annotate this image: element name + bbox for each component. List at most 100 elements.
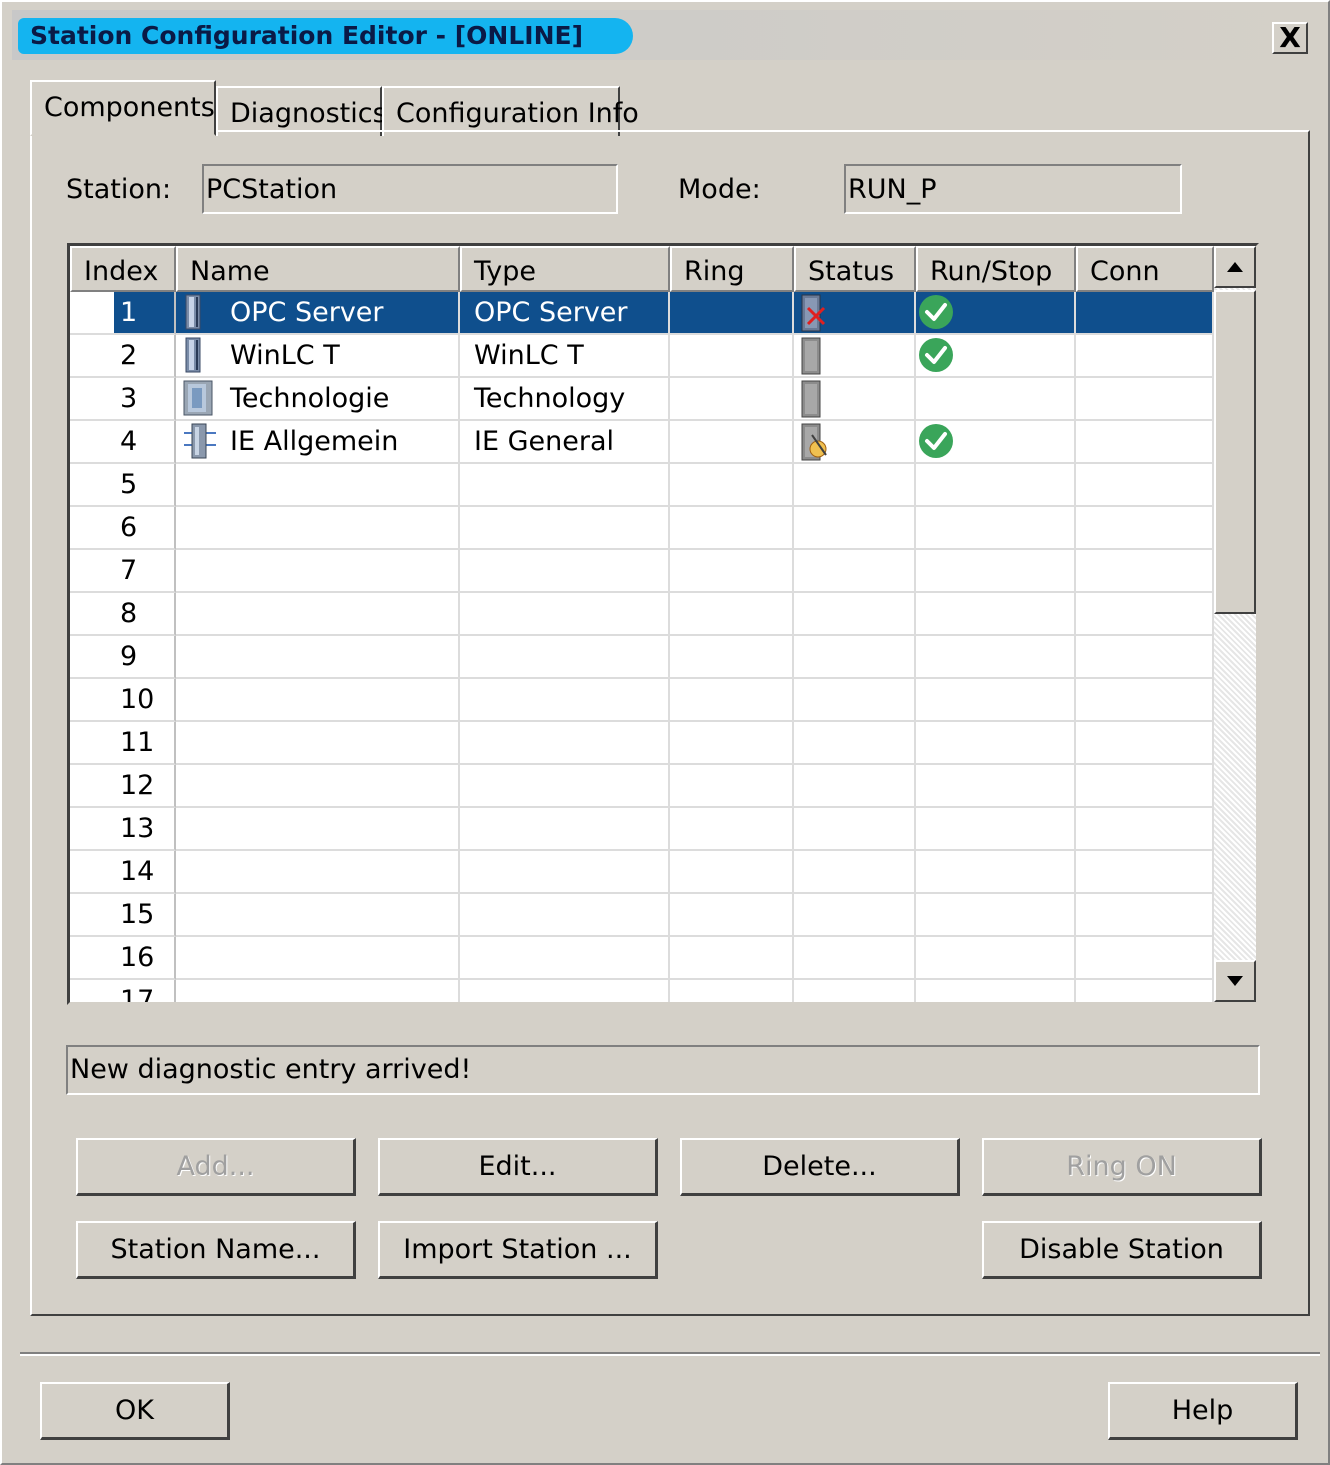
- table-row[interactable]: 6: [70, 507, 1214, 550]
- column-header-conn[interactable]: Conn: [1076, 246, 1214, 292]
- diagnostic-message: New diagnostic entry arrived!: [66, 1045, 1260, 1095]
- column-header-run-stop[interactable]: Run/Stop: [916, 246, 1076, 292]
- status-cell: [794, 980, 916, 1002]
- vertical-scrollbar[interactable]: [1214, 246, 1256, 1002]
- station-configuration-editor-window: Station Configuration Editor - [ONLINE] …: [0, 0, 1330, 1465]
- type-cell: WinLC T: [460, 335, 670, 378]
- type-cell: [460, 507, 670, 550]
- add-button[interactable]: Add...: [76, 1138, 356, 1196]
- column-header-status[interactable]: Status: [794, 246, 916, 292]
- close-button[interactable]: X: [1272, 22, 1308, 54]
- name-cell: [176, 464, 460, 507]
- type-cell: IE General: [460, 421, 670, 464]
- column-header-type[interactable]: Type: [460, 246, 670, 292]
- conn-cell: [1076, 507, 1214, 550]
- disable-station-button[interactable]: Disable Station: [982, 1221, 1262, 1279]
- run-stop-cell: [916, 378, 1076, 421]
- conn-cell: [1076, 421, 1214, 464]
- table-row[interactable]: 12: [70, 765, 1214, 808]
- type-cell-text: OPC Server: [474, 297, 628, 328]
- table-row[interactable]: 1 OPC Server OPC Server: [70, 292, 1214, 335]
- run-stop-cell: [916, 636, 1076, 679]
- ring-cell: [670, 378, 794, 421]
- column-header-ring[interactable]: Ring: [670, 246, 794, 292]
- index-cell-text: 11: [120, 727, 155, 758]
- name-cell-text: WinLC T: [230, 340, 340, 371]
- index-cell: 7: [70, 550, 176, 593]
- name-cell: OPC Server: [176, 292, 460, 335]
- table-row[interactable]: 10: [70, 679, 1214, 722]
- run-stop-cell: [916, 292, 1076, 335]
- type-cell: Technology: [460, 378, 670, 421]
- mode-label: Mode:: [678, 174, 761, 205]
- name-cell: Technologie: [176, 378, 460, 421]
- index-cell-text: 14: [120, 856, 155, 887]
- scroll-up-button[interactable]: [1214, 246, 1256, 288]
- status-cell: [794, 937, 916, 980]
- type-cell: [460, 894, 670, 937]
- column-header-index[interactable]: Index: [70, 246, 176, 292]
- table-row[interactable]: 5: [70, 464, 1214, 507]
- conn-cell: [1076, 378, 1214, 421]
- delete-button[interactable]: Delete...: [680, 1138, 960, 1196]
- index-cell-text: 15: [120, 899, 155, 930]
- status-cell: [794, 851, 916, 894]
- table-row[interactable]: 8: [70, 593, 1214, 636]
- import-station-button[interactable]: Import Station ...: [378, 1221, 658, 1279]
- network-module-icon: [182, 423, 218, 462]
- index-cell: 17: [70, 980, 176, 1005]
- run-stop-cell: [916, 464, 1076, 507]
- tab-configuration-info-label: Configuration Info: [396, 98, 639, 129]
- ok-button[interactable]: OK: [40, 1382, 230, 1440]
- table-row[interactable]: 4 IE Allgemein IE General: [70, 421, 1214, 464]
- index-cell: 5: [70, 464, 176, 507]
- ring-cell: [670, 808, 794, 851]
- type-cell-text: WinLC T: [474, 340, 584, 371]
- help-button[interactable]: Help: [1108, 1382, 1298, 1440]
- index-cell: 10: [70, 679, 176, 722]
- tab-diagnostics[interactable]: Diagnostics: [216, 86, 387, 136]
- title-bar[interactable]: Station Configuration Editor - [ONLINE] …: [12, 10, 1322, 60]
- table-row[interactable]: 7: [70, 550, 1214, 593]
- conn-cell: [1076, 937, 1214, 980]
- close-icon: X: [1279, 21, 1301, 54]
- table-row[interactable]: 2 WinLC T WinLC T: [70, 335, 1214, 378]
- index-cell-text: 7: [120, 555, 138, 586]
- table-row[interactable]: 9: [70, 636, 1214, 679]
- name-cell: [176, 550, 460, 593]
- table-row[interactable]: 14: [70, 851, 1214, 894]
- conn-cell: [1076, 894, 1214, 937]
- table-row[interactable]: 11: [70, 722, 1214, 765]
- ring-cell: [670, 980, 794, 1002]
- run-stop-cell: [916, 722, 1076, 765]
- table-row[interactable]: 3 Technologie Technology: [70, 378, 1214, 421]
- edit-button[interactable]: Edit...: [378, 1138, 658, 1196]
- table-row[interactable]: 15: [70, 894, 1214, 937]
- index-cell: 1: [70, 292, 176, 335]
- column-header-name[interactable]: Name: [176, 246, 460, 292]
- table-row[interactable]: 13: [70, 808, 1214, 851]
- ring-on-button[interactable]: Ring ON: [982, 1138, 1262, 1196]
- index-cell-text: 17: [120, 985, 155, 1005]
- table-row[interactable]: 16: [70, 937, 1214, 980]
- ring-cell: [670, 335, 794, 378]
- status-cell: [794, 808, 916, 851]
- run-stop-cell: [916, 851, 1076, 894]
- station-name-button[interactable]: Station Name...: [76, 1221, 356, 1279]
- run-stop-cell: [916, 550, 1076, 593]
- table-row[interactable]: 17: [70, 980, 1214, 1005]
- type-cell: [460, 679, 670, 722]
- scroll-down-button[interactable]: [1214, 960, 1256, 1002]
- tab-components-label: Components: [44, 92, 215, 123]
- index-cell: 2: [70, 335, 176, 378]
- components-grid[interactable]: Index Name Type Ring Status Run/Stop Con…: [67, 243, 1259, 1005]
- scroll-thumb[interactable]: [1214, 290, 1256, 614]
- index-cell-text: 9: [120, 641, 138, 672]
- grid-rows: 1 OPC Server OPC Server 2 WinLC T WinLC T 3 Tec…: [70, 292, 1214, 1005]
- index-cell: 8: [70, 593, 176, 636]
- tab-components[interactable]: Components: [30, 80, 216, 136]
- tab-configuration-info[interactable]: Configuration Info: [382, 86, 639, 136]
- ring-cell: [670, 636, 794, 679]
- run-stop-cell: [916, 421, 1076, 464]
- window-title: Station Configuration Editor - [ONLINE]: [30, 21, 584, 50]
